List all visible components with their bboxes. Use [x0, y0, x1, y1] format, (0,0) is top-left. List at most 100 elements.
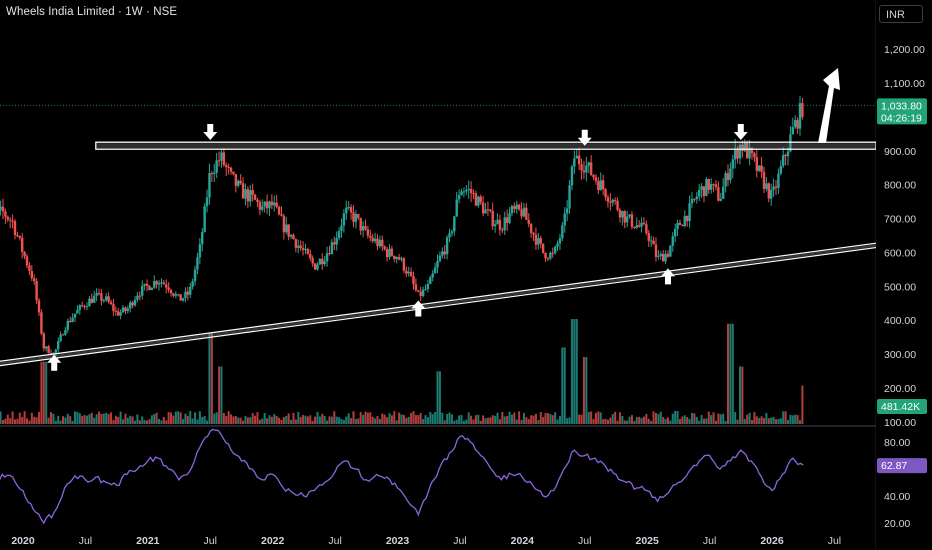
candle-body	[373, 238, 377, 242]
volume-bar	[210, 333, 213, 424]
candle-body	[208, 173, 211, 198]
volume-bar	[347, 413, 350, 424]
candle-body	[268, 201, 271, 209]
candle-body	[366, 229, 370, 236]
candle-body	[582, 170, 586, 173]
volume-bar	[129, 415, 132, 424]
candle-body	[757, 165, 761, 171]
candle-body	[347, 207, 350, 209]
time-tick-label: Jul	[453, 535, 466, 547]
volume-bar	[618, 412, 621, 424]
candle-body	[503, 217, 506, 231]
volume-bar	[467, 412, 470, 424]
candle-body	[239, 180, 242, 184]
volume-bar	[654, 413, 657, 424]
volume-bar	[299, 416, 302, 424]
candle-body	[333, 242, 336, 245]
volume-bar	[378, 418, 381, 424]
volume-bar	[98, 411, 101, 424]
volume-bar	[273, 414, 276, 424]
volume-bar	[323, 416, 326, 424]
volume-bar	[520, 419, 523, 424]
volume-bar	[669, 420, 672, 424]
candle-body	[700, 186, 703, 190]
volume-bar	[326, 420, 329, 424]
candle-body	[131, 302, 134, 306]
volume-bar	[158, 418, 161, 424]
volume-bar	[350, 418, 353, 424]
volume-bar	[799, 420, 802, 424]
candle-body	[246, 189, 250, 202]
candle-body	[16, 234, 19, 236]
volume-bar	[278, 417, 281, 424]
currency-selector[interactable]: INR	[879, 5, 923, 23]
volume-bar	[789, 414, 792, 424]
volume-bar	[753, 412, 756, 424]
chart-canvas: 100.00 200.00 300.00 400.00 500.00 600.00 700.…	[0, 0, 932, 550]
volume-bar	[227, 411, 230, 424]
candle-body	[217, 160, 221, 162]
volume-bar	[285, 416, 288, 424]
volume-bar	[472, 419, 475, 424]
candle-body	[724, 173, 727, 187]
volume-bar	[700, 415, 703, 424]
candle-body	[184, 291, 187, 299]
candle-body	[563, 213, 566, 226]
candle-body	[37, 300, 41, 313]
volume-bar	[294, 419, 297, 424]
volume-bar	[623, 420, 626, 424]
candle-body	[299, 245, 302, 249]
volume-bar	[155, 412, 158, 424]
volume-bar	[388, 413, 391, 424]
volume-bar	[218, 366, 221, 424]
candle-body	[133, 299, 137, 306]
candle-body	[777, 173, 780, 188]
breakout-arrow-icon	[818, 68, 840, 143]
volume-bar	[628, 416, 631, 424]
volume-bar	[664, 419, 667, 424]
candle-body	[539, 238, 542, 244]
rsi-tick-label: 40.00	[884, 491, 910, 503]
candle-body	[460, 191, 463, 196]
candle-body	[599, 180, 602, 191]
candle-body	[472, 193, 475, 195]
volume-bar	[750, 420, 753, 424]
volume-bar	[321, 413, 324, 424]
candle-body	[258, 201, 262, 210]
volume-bar	[590, 411, 593, 424]
candle-body	[721, 186, 725, 199]
candle-body	[791, 127, 795, 135]
volume-bar	[784, 411, 787, 424]
candle-body	[280, 214, 283, 216]
volume-bar	[585, 357, 588, 424]
candle-body	[417, 290, 420, 292]
candle-body	[304, 248, 307, 251]
volume-bar	[678, 419, 681, 424]
candle-body	[390, 248, 394, 256]
time-tick-label: Jul	[578, 535, 591, 547]
volume-bar	[801, 385, 804, 424]
rsi-badge-text: 62.87	[881, 460, 907, 472]
volume-bar	[426, 417, 429, 424]
volume-bar	[736, 419, 739, 424]
rsi-badge: 62.87	[877, 458, 927, 474]
candle-body	[289, 234, 293, 237]
volume-bar	[474, 415, 477, 424]
candle-body	[323, 261, 326, 265]
candle-body	[376, 238, 379, 247]
candle-body	[426, 283, 430, 290]
volume-bar	[558, 416, 561, 424]
candle-body	[726, 173, 730, 181]
candle-body	[313, 263, 317, 270]
candle-body	[568, 185, 571, 209]
candle-body	[321, 258, 324, 265]
rsi-tick-label: 20.00	[884, 518, 910, 530]
candle-body	[71, 317, 74, 322]
candle-body	[618, 209, 622, 218]
volume-bar	[148, 419, 151, 424]
volume-bar	[237, 417, 240, 424]
volume-bar	[537, 420, 540, 424]
candle-body	[345, 207, 348, 214]
volume-bar	[640, 417, 643, 424]
volume-bar	[141, 416, 144, 424]
